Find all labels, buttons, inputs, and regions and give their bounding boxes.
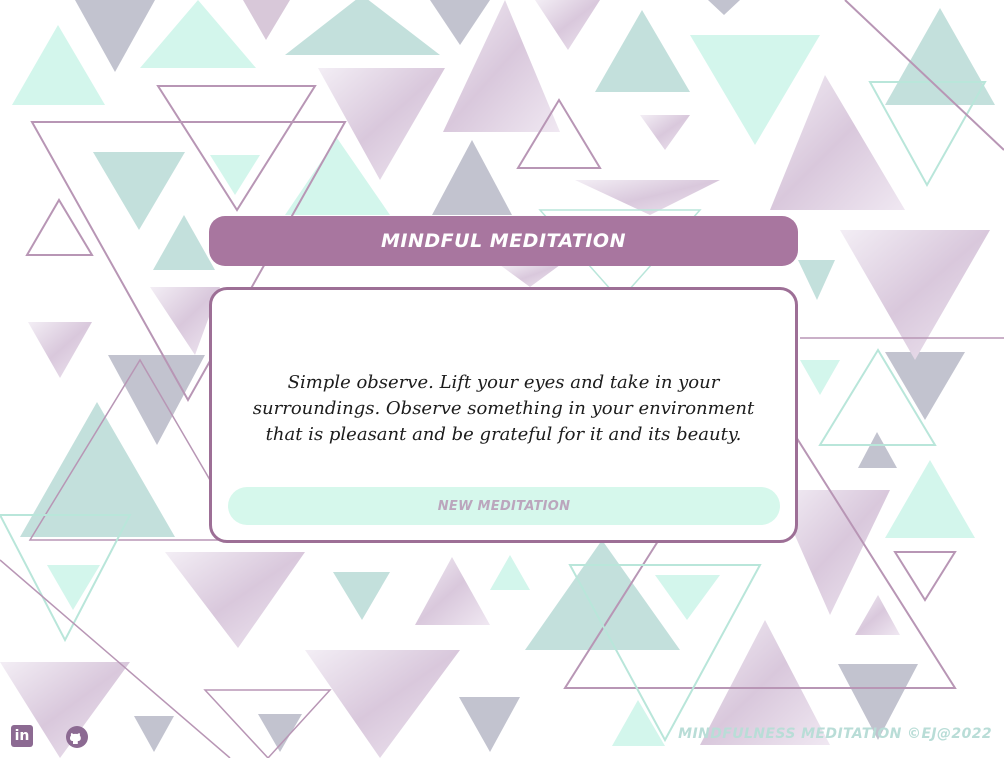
new-meditation-button[interactable]: NEW MEDITATION bbox=[228, 487, 780, 525]
github-icon[interactable] bbox=[65, 725, 89, 749]
meditation-card: Simple observe. Lift your eyes and take … bbox=[209, 287, 798, 543]
linkedin-glyph: in bbox=[14, 728, 30, 744]
linkedin-icon[interactable]: in bbox=[11, 725, 33, 747]
github-mark bbox=[66, 726, 88, 748]
meditation-text: Simple observe. Lift your eyes and take … bbox=[252, 372, 755, 445]
header-bar: MINDFUL MEDITATION bbox=[209, 216, 798, 266]
footer-credit: MINDFULNESS MEDITATION ©EJ@2022 bbox=[678, 726, 992, 742]
page-title: MINDFUL MEDITATION bbox=[381, 230, 626, 252]
